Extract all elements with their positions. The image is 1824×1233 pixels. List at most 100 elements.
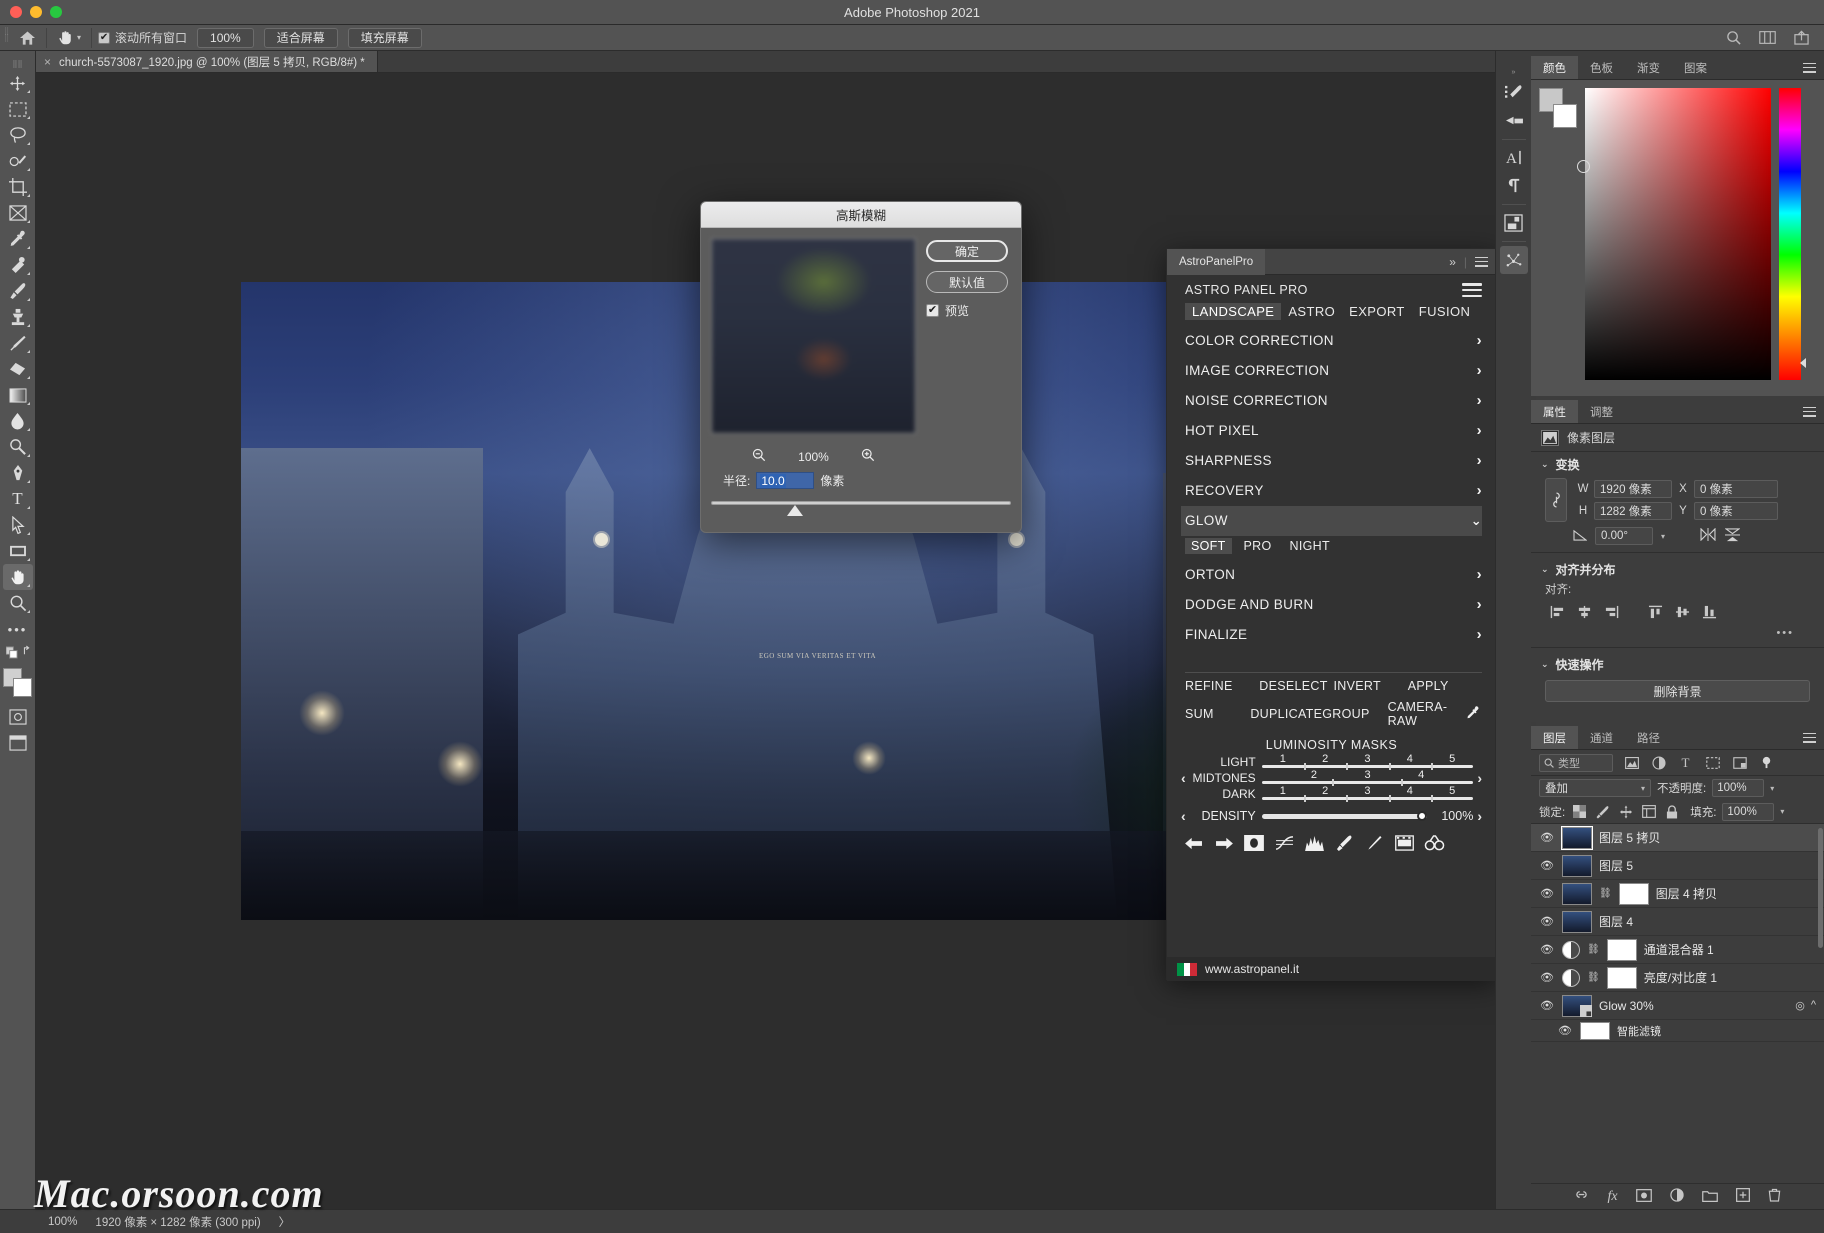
layer-name[interactable]: 图层 4 拷贝 [1656,885,1717,902]
tab-properties[interactable]: 属性 [1531,400,1578,423]
apply-button[interactable]: APPLY [1408,679,1482,693]
layer-row-1[interactable]: 👁 图层 5 [1531,852,1824,880]
align-top-icon[interactable] [1643,601,1667,623]
panel-menu-icon[interactable] [1475,256,1488,267]
layer-visibility-icon[interactable]: 👁 [1539,887,1555,900]
color-swatches[interactable] [2,668,33,698]
compare-icon[interactable] [1421,832,1447,854]
layer-name[interactable]: 图层 5 [1599,857,1633,874]
lasso-tool[interactable] [3,122,33,148]
width-field[interactable]: 1920 像素 [1594,480,1672,498]
height-field[interactable]: 1282 像素 [1594,502,1672,520]
astro-panel-url[interactable]: www.astropanel.it [1205,962,1299,976]
lock-image-icon[interactable] [1594,803,1611,820]
radius-slider[interactable] [711,501,1011,519]
chevron-down-icon[interactable]: ⌄ [1541,564,1549,575]
pen-tool[interactable] [3,460,33,486]
x-field[interactable]: 0 像素 [1694,480,1778,498]
layer-row-0[interactable]: 👁 图层 5 拷贝 [1531,824,1824,852]
duplicate-button[interactable]: DUPLICATE [1250,707,1322,721]
chevron-right-icon[interactable]: › [1473,808,1486,824]
section-orton[interactable]: ORTON › [1185,560,1482,590]
filter-pixel-icon[interactable] [1623,754,1640,771]
thin-brush-icon[interactable] [1361,832,1387,854]
undo-arrow-icon[interactable] [1181,832,1207,854]
layer-name[interactable]: 通道混合器 1 [1644,941,1714,958]
luminosity-slider-dark[interactable]: 12345 [1261,785,1474,802]
fx-icon[interactable]: fx [1607,1189,1617,1205]
lock-all-icon[interactable] [1663,803,1680,820]
link-icon[interactable] [1545,478,1567,522]
tab-swatches[interactable]: 色板 [1578,56,1625,79]
redo-arrow-icon[interactable] [1211,832,1237,854]
fill-stepper-icon[interactable]: ▾ [1780,807,1784,816]
layer-visibility-icon[interactable]: 👁 [1539,831,1555,844]
layer-name[interactable]: 图层 4 [1599,913,1633,930]
camera-raw-button[interactable]: CAMERA-RAW [1388,700,1466,728]
layer-thumbnail[interactable] [1562,910,1592,933]
layer-row-3[interactable]: 👁 图层 4 [1531,908,1824,936]
quick-selection-tool[interactable] [3,148,33,174]
adjustment-layer-icon[interactable] [1562,940,1580,959]
checkbox-box[interactable]: ✔ [926,304,939,317]
opacity-field[interactable]: 100% [1712,779,1765,797]
hand-tool[interactable] [2,564,33,590]
checkbox-box[interactable]: ✔ [98,31,111,44]
eraser-tool[interactable] [3,356,33,382]
section-image-correction[interactable]: IMAGE CORRECTION › [1185,356,1482,386]
ok-button[interactable]: 确定 [926,240,1008,262]
panel-menu-icon[interactable] [1795,400,1824,423]
section-hot-pixel[interactable]: HOT PIXEL › [1185,416,1482,446]
layer-visibility-icon[interactable]: 👁 [1557,1024,1573,1037]
tab-fusion[interactable]: FUSION [1412,303,1478,320]
layer-row-6[interactable]: 👁 Glow 30% ◎ ^ [1531,992,1824,1020]
align-right-icon[interactable] [1599,601,1623,623]
gradient-tool[interactable] [3,382,33,408]
brush-icon[interactable] [1331,832,1357,854]
paragraph-icon[interactable] [1500,172,1528,200]
chevron-right-icon[interactable]: › [1477,482,1482,499]
link-layers-icon[interactable] [1574,1189,1589,1204]
mask-icon[interactable] [1241,832,1267,854]
tab-paths[interactable]: 路径 [1625,726,1672,749]
opacity-stepper-icon[interactable]: ▾ [1770,784,1774,793]
radius-input[interactable]: 10.0 [756,472,815,489]
search-icon[interactable] [1724,29,1742,47]
rail-grip-icon[interactable]: » [1500,65,1528,79]
lock-position-icon[interactable] [1617,803,1634,820]
section-dodge-and-burn[interactable]: DODGE AND BURN › [1185,590,1482,620]
align-bottom-icon[interactable] [1697,601,1721,623]
chevron-right-icon[interactable]: › [1473,770,1486,786]
dodge-tool[interactable] [3,434,33,460]
default-button[interactable]: 默认值 [926,271,1008,293]
tab-export[interactable]: EXPORT [1342,303,1412,320]
layer-comps-icon[interactable] [1500,209,1528,237]
brush-presets-icon[interactable] [1500,79,1528,107]
section-finalize[interactable]: FINALIZE › [1185,620,1482,650]
workspace-icon[interactable] [1758,29,1776,47]
lock-transparent-icon[interactable] [1571,803,1588,820]
eyedropper-tool[interactable] [3,226,33,252]
y-field[interactable]: 0 像素 [1694,502,1778,520]
filter-smart-icon[interactable] [1731,754,1748,771]
fill-screen-button[interactable]: 填充屏幕 [347,27,422,48]
tab-color[interactable]: 颜色 [1531,56,1578,79]
preview-checkbox[interactable]: ✔ 预览 [926,302,1011,319]
slider-track[interactable] [1261,779,1474,786]
astro-panel-tab[interactable]: AstroPanelPro [1167,248,1266,275]
section-recovery[interactable]: RECOVERY › [1185,476,1482,506]
slider-track[interactable] [711,501,1011,505]
delete-layer-icon[interactable] [1768,1188,1781,1205]
invert-button[interactable]: INVERT [1334,679,1408,693]
screen-mode-icon[interactable] [3,730,33,756]
chevron-left-icon[interactable]: ‹ [1177,770,1190,786]
layer-name[interactable]: Glow 30% [1599,999,1654,1013]
rectangle-tool[interactable] [3,538,33,564]
chevron-right-icon[interactable]: › [1477,596,1482,613]
transform-section-header[interactable]: ⌄ 变换 [1531,452,1824,476]
share-icon[interactable] [1792,29,1810,47]
edit-toolbar-more-icon[interactable]: ••• [3,616,33,642]
align-center-h-icon[interactable] [1572,601,1596,623]
slider-track[interactable] [1261,795,1474,802]
brush-tool[interactable] [3,278,33,304]
